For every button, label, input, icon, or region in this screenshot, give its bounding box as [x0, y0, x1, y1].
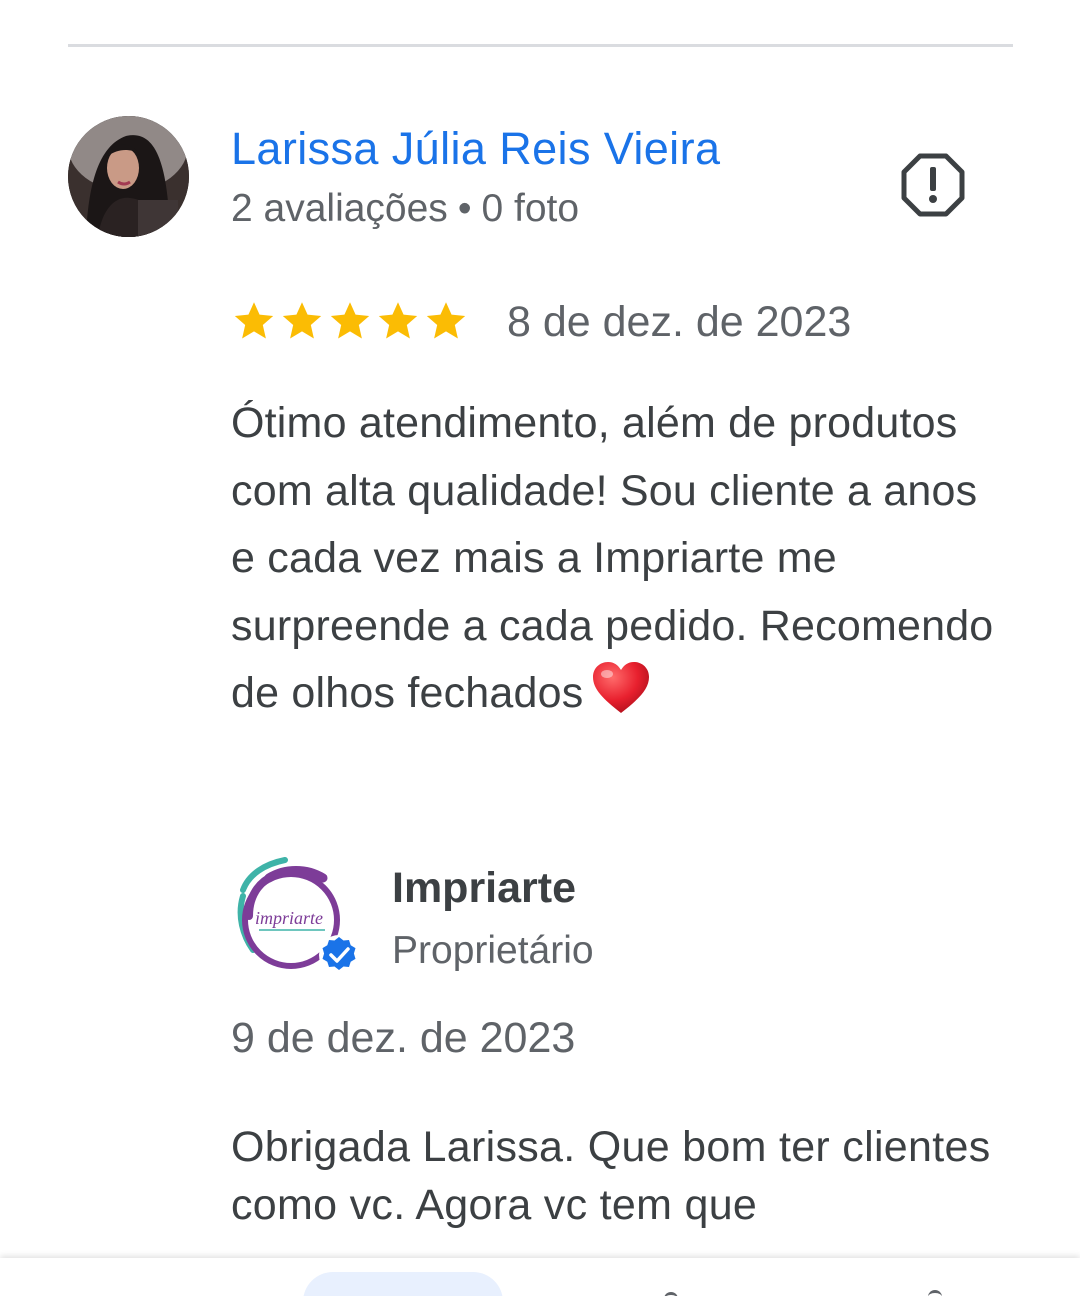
owner-name: Impriarte [392, 864, 577, 912]
star-icon [378, 302, 418, 339]
top-divider [68, 44, 1013, 47]
meta-separator: • [457, 187, 472, 230]
review-date: 8 de dez. de 2023 [507, 298, 852, 346]
star-icon [330, 302, 370, 339]
photos-count: 0 foto [481, 187, 580, 230]
red-heart-icon [593, 662, 650, 714]
bottom-action-icon[interactable] [664, 1292, 678, 1296]
reviewer-name-link[interactable]: Larissa Júlia Reis Vieira [231, 122, 720, 176]
star-icon [282, 302, 322, 339]
bottom-action-bar [0, 1258, 1080, 1296]
reviewer-meta: 2 avaliações • 0 foto [231, 184, 579, 234]
report-icon[interactable] [900, 152, 966, 218]
review-text: Ótimo atendimento, além de produtos com … [231, 390, 1011, 728]
star-icon [234, 302, 274, 339]
owner-reply-date: 9 de dez. de 2023 [231, 1014, 576, 1062]
bottom-action-icon[interactable] [928, 1290, 942, 1296]
owner-role: Proprietário [392, 929, 594, 972]
star-icon [426, 302, 466, 339]
avatar-photo [68, 116, 189, 237]
rating-stars [231, 298, 469, 344]
owner-reply-text: Obrigada Larissa. Que bom ter clientes c… [231, 1123, 991, 1229]
bottom-primary-action[interactable] [303, 1272, 503, 1296]
reviewer-avatar[interactable] [68, 116, 189, 237]
owner-logo: impriarte [229, 856, 367, 980]
reviews-count: 2 avaliações [231, 187, 448, 230]
svg-text:impriarte: impriarte [255, 908, 323, 928]
